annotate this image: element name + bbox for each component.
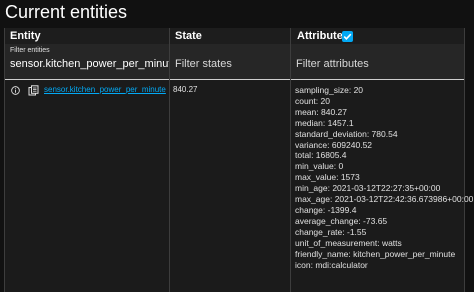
attributes-list: sampling_size: 20 count: 20 mean: 840.27… xyxy=(295,85,473,270)
filter-entities-label: Filter entities xyxy=(10,47,50,54)
filter-entities-input[interactable]: sensor.kitchen_power_per_minute xyxy=(10,58,178,70)
info-circle-icon[interactable] xyxy=(11,86,20,95)
filter-states-input[interactable]: Filter states xyxy=(175,58,232,70)
checkmark-icon xyxy=(343,33,352,40)
attribute-item: icon: mdi:calculator xyxy=(295,259,368,270)
column-divider xyxy=(169,28,170,292)
column-divider xyxy=(290,28,291,292)
attribute-item: min_age: 2021-03-12T22:27:35+00:00 xyxy=(295,183,441,194)
page-title: Current entities xyxy=(5,2,128,22)
attribute-item: unit_of_measurement: watts xyxy=(295,237,402,248)
entities-table: Entity State Attributes Filter entities … xyxy=(4,28,473,292)
header-state: State xyxy=(175,30,202,42)
attribute-item: average_change: -73.65 xyxy=(295,215,388,226)
filter-attributes-field[interactable]: Filter attributes xyxy=(291,44,464,80)
attribute-item: friendly_name: kitchen_power_per_minute xyxy=(295,248,456,259)
entity-state-value: 840.27 xyxy=(173,85,198,94)
attribute-item: total: 16805.4 xyxy=(295,150,347,161)
attribute-item: min_value: 0 xyxy=(295,161,344,172)
filter-entities-field[interactable]: Filter entities sensor.kitchen_power_per… xyxy=(5,44,178,80)
filter-states-field[interactable]: Filter states xyxy=(170,44,290,80)
header-entity: Entity xyxy=(10,30,41,42)
attribute-item: change_rate: -1.55 xyxy=(295,226,367,237)
attribute-item: max_age: 2021-03-12T22:42:36.673986+00:0… xyxy=(295,194,474,205)
attribute-item: median: 1457.1 xyxy=(295,117,354,128)
entity-link[interactable]: sensor.kitchen_power_per_minute xyxy=(44,85,166,94)
attribute-item: sampling_size: 20 xyxy=(295,85,364,95)
clipboard-copy-icon[interactable] xyxy=(28,85,39,96)
attributes-checkbox[interactable] xyxy=(342,31,353,42)
attribute-item: mean: 840.27 xyxy=(295,106,347,117)
attribute-item: count: 20 xyxy=(295,95,330,106)
filter-attributes-input[interactable]: Filter attributes xyxy=(296,58,369,70)
attribute-item: standard_deviation: 780.54 xyxy=(295,128,398,139)
attribute-item: variance: 609240.52 xyxy=(295,139,373,150)
attribute-item: max_value: 1573 xyxy=(295,172,360,183)
attribute-item: change: -1399.4 xyxy=(295,204,357,215)
table-header-row: Entity State Attributes xyxy=(5,28,464,44)
